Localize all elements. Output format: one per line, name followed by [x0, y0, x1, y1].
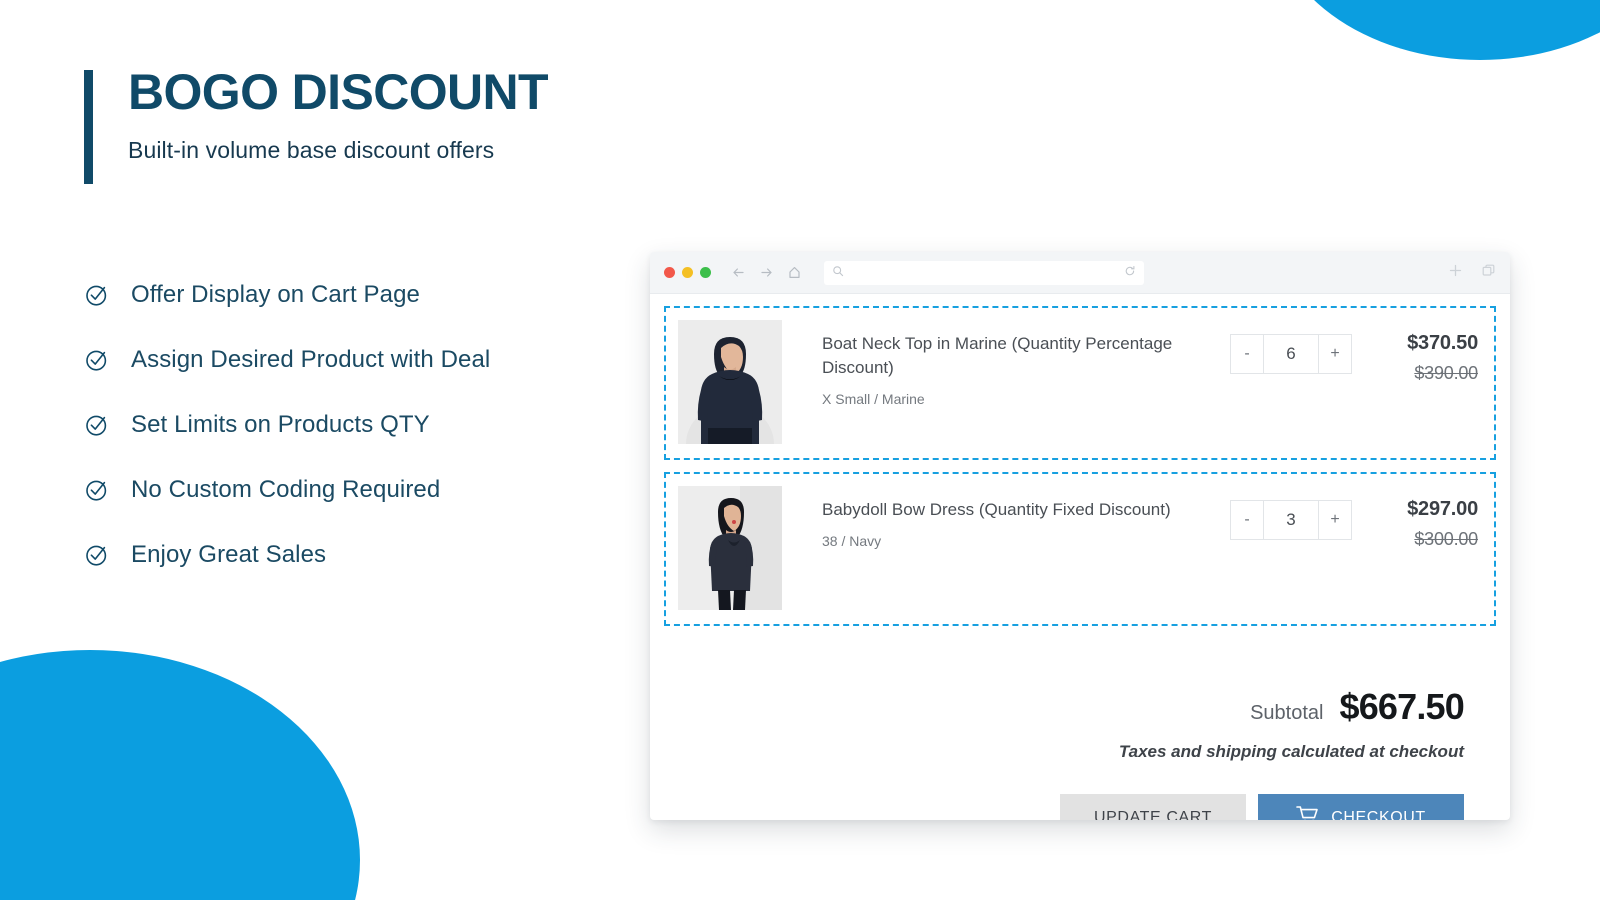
address-bar[interactable] [824, 260, 1144, 285]
feature-label: Offer Display on Cart Page [131, 280, 420, 308]
subtotal-label: Subtotal [1250, 702, 1324, 724]
product-thumbnail[interactable] [678, 320, 782, 444]
check-circle-icon [84, 347, 110, 373]
price-column: $370.50 $390.00 [1352, 320, 1482, 384]
discounted-price: $297.00 [1407, 498, 1478, 520]
title-accent-bar [84, 70, 93, 184]
list-item: Enjoy Great Sales [84, 522, 704, 587]
quantity-stepper[interactable]: - 3 + [1230, 500, 1352, 540]
plus-icon[interactable] [1448, 263, 1463, 283]
product-info: Boat Neck Top in Marine (Quantity Percen… [782, 320, 1230, 407]
forward-arrow-icon[interactable] [759, 265, 774, 280]
address-input[interactable] [844, 266, 1124, 279]
discounted-price: $370.50 [1407, 332, 1478, 354]
feature-list: Offer Display on Cart Page Assign Desire… [84, 262, 704, 587]
subtotal-row: Subtotal $667.50 [664, 686, 1465, 728]
checkout-button-label: CHECKOUT [1331, 808, 1426, 821]
slide-canvas: BOGO DISCOUNT Built-in volume base disco… [0, 0, 1600, 900]
page-title: BOGO DISCOUNT [128, 64, 549, 120]
browser-chrome [650, 252, 1510, 294]
window-controls [664, 267, 711, 278]
product-title[interactable]: Babydoll Bow Dress (Quantity Fixed Disco… [822, 498, 1192, 522]
update-cart-button[interactable]: UPDATE CART [1060, 794, 1246, 820]
cart-body: Boat Neck Top in Marine (Quantity Percen… [650, 294, 1510, 820]
product-info: Babydoll Bow Dress (Quantity Fixed Disco… [782, 486, 1230, 549]
minimize-window-button[interactable] [682, 267, 693, 278]
list-item: Offer Display on Cart Page [84, 262, 704, 327]
price-column: $297.00 $300.00 [1352, 486, 1482, 550]
close-window-button[interactable] [664, 267, 675, 278]
quantity-increment-button[interactable]: + [1319, 501, 1351, 539]
subtotal-value: $667.50 [1339, 686, 1464, 727]
decorative-blob-top-right [1270, 0, 1600, 60]
tax-shipping-note: Taxes and shipping calculated at checkou… [1118, 742, 1464, 761]
feature-label: Set Limits on Products QTY [131, 410, 430, 438]
original-price: $390.00 [1414, 363, 1478, 383]
hero-panel: BOGO DISCOUNT Built-in volume base disco… [84, 64, 644, 184]
cart-actions: UPDATE CART CHECKOUT [664, 794, 1464, 820]
browser-nav-icons [731, 265, 802, 280]
feature-label: Assign Desired Product with Deal [131, 345, 491, 373]
checkout-button[interactable]: CHECKOUT [1258, 794, 1464, 820]
quantity-decrement-button[interactable]: - [1231, 501, 1263, 539]
list-item: No Custom Coding Required [84, 457, 704, 522]
quantity-decrement-button[interactable]: - [1231, 335, 1263, 373]
quantity-stepper[interactable]: - 6 + [1230, 334, 1352, 374]
search-icon [832, 264, 844, 282]
check-circle-icon [84, 477, 110, 503]
original-price: $300.00 [1414, 529, 1478, 549]
cart-line-item: Babydoll Bow Dress (Quantity Fixed Disco… [664, 472, 1496, 626]
page-subtitle: Built-in volume base discount offers [128, 136, 495, 163]
browser-chrome-right-icons [1448, 263, 1496, 283]
product-variant: 38 / Navy [822, 533, 882, 550]
product-title[interactable]: Boat Neck Top in Marine (Quantity Percen… [822, 332, 1192, 380]
shopping-cart-icon [1296, 805, 1320, 820]
title-block: BOGO DISCOUNT Built-in volume base disco… [84, 64, 644, 184]
check-circle-icon [84, 542, 110, 568]
feature-label: Enjoy Great Sales [131, 540, 327, 568]
product-thumbnail[interactable] [678, 486, 782, 610]
quantity-value[interactable]: 6 [1263, 335, 1319, 373]
cart-totals: Subtotal $667.50 Taxes and shipping calc… [664, 638, 1496, 820]
check-circle-icon [84, 282, 110, 308]
check-circle-icon [84, 412, 110, 438]
home-icon[interactable] [787, 265, 802, 280]
duplicate-window-icon[interactable] [1481, 263, 1496, 283]
cart-line-item: Boat Neck Top in Marine (Quantity Percen… [664, 306, 1496, 460]
list-item: Assign Desired Product with Deal [84, 327, 704, 392]
feature-label: No Custom Coding Required [131, 475, 441, 503]
decorative-blob-bottom-left [0, 650, 360, 900]
list-item: Set Limits on Products QTY [84, 392, 704, 457]
back-arrow-icon[interactable] [731, 265, 746, 280]
quantity-value[interactable]: 3 [1263, 501, 1319, 539]
browser-window: Boat Neck Top in Marine (Quantity Percen… [650, 252, 1510, 820]
quantity-increment-button[interactable]: + [1319, 335, 1351, 373]
reload-icon[interactable] [1124, 264, 1136, 282]
maximize-window-button[interactable] [700, 267, 711, 278]
product-variant: X Small / Marine [822, 391, 925, 408]
